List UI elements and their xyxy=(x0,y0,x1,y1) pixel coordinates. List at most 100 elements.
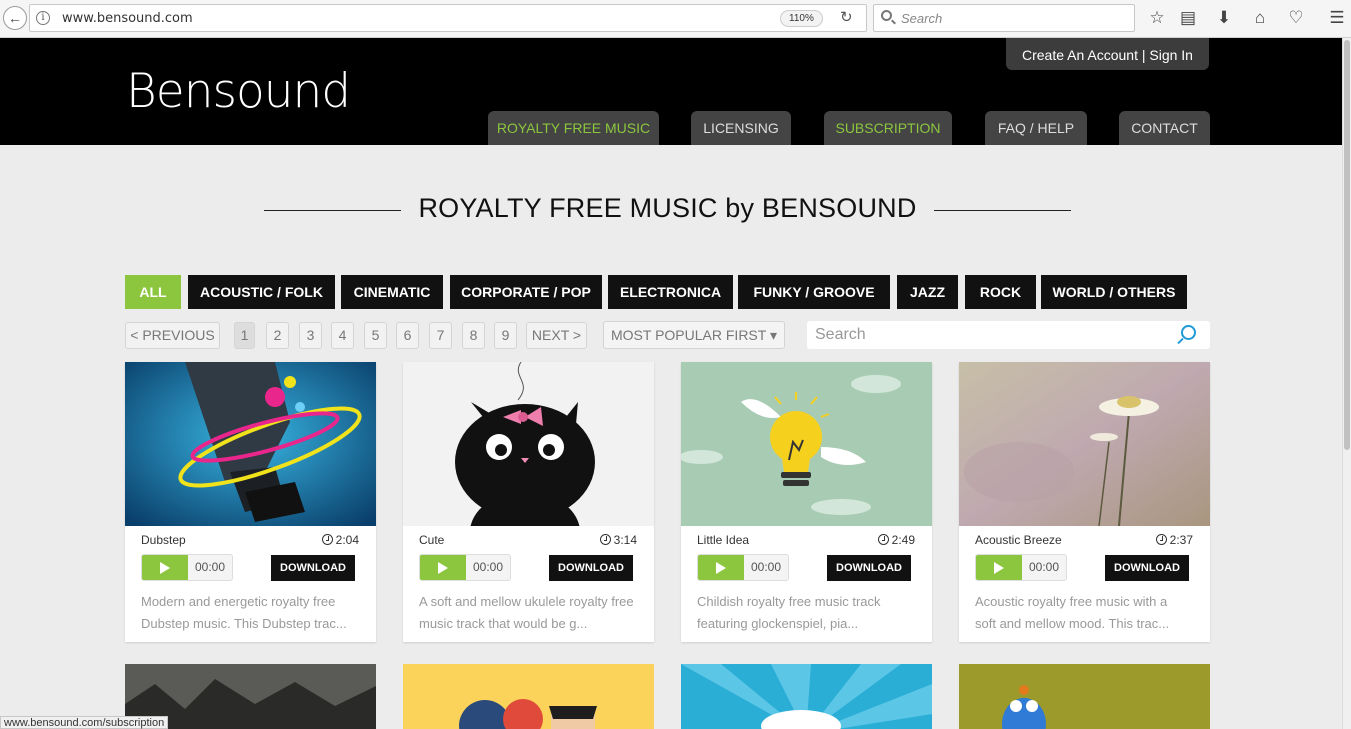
track-artwork[interactable] xyxy=(403,362,654,526)
track-artwork[interactable] xyxy=(959,362,1210,526)
site-logo[interactable]: Bensound xyxy=(126,64,351,119)
duration-value: 2:37 xyxy=(1169,533,1193,547)
download-button[interactable]: DOWNLOAD xyxy=(827,555,911,581)
play-button[interactable] xyxy=(698,555,744,580)
reload-icon[interactable]: ↻ xyxy=(840,8,853,26)
play-button[interactable] xyxy=(142,555,188,580)
track-artwork[interactable] xyxy=(681,664,932,729)
clock-icon xyxy=(599,534,611,545)
download-button[interactable]: DOWNLOAD xyxy=(271,555,355,581)
track-title[interactable]: Cute xyxy=(419,533,444,547)
duration-value: 2:49 xyxy=(891,533,915,547)
track-card: Cute 3:14 00:00 DOWNLOAD A soft and mell… xyxy=(403,362,654,642)
track-duration: 2:04 xyxy=(321,533,359,547)
track-title[interactable]: Dubstep xyxy=(141,533,186,547)
pagination-page-8[interactable]: 8 xyxy=(462,322,485,349)
category-jazz[interactable]: JAZZ xyxy=(897,275,958,309)
category-funky-groove[interactable]: FUNKY / GROOVE xyxy=(738,275,890,309)
track-artwork[interactable] xyxy=(125,362,376,526)
download-button[interactable]: DOWNLOAD xyxy=(1105,555,1189,581)
audio-player: 00:00 xyxy=(975,554,1067,581)
track-description: Modern and energetic royalty free Dubstep… xyxy=(141,591,361,635)
player-time: 00:00 xyxy=(1029,560,1060,574)
track-title[interactable]: Acoustic Breeze xyxy=(975,533,1062,547)
menu-hamburger-icon[interactable]: ☰ xyxy=(1326,7,1348,29)
category-world-others[interactable]: WORLD / OTHERS xyxy=(1041,275,1187,309)
browser-search-input[interactable]: Search xyxy=(873,4,1135,32)
audio-player: 00:00 xyxy=(697,554,789,581)
play-button[interactable] xyxy=(420,555,466,580)
pagination-page-5[interactable]: 5 xyxy=(364,322,387,349)
search-icon xyxy=(881,10,892,21)
nav-subscription[interactable]: SUBSCRIPTION xyxy=(824,111,952,145)
browser-toolbar: ← i www.bensound.com 110% ↻ Search ☆ ▤ ⬇… xyxy=(0,0,1351,38)
download-arrow-icon[interactable]: ⬇ xyxy=(1213,7,1235,29)
track-duration: 2:49 xyxy=(877,533,915,547)
audio-player: 00:00 xyxy=(419,554,511,581)
address-bar[interactable]: i www.bensound.com 110% ↻ xyxy=(29,4,867,32)
search-icon[interactable] xyxy=(1181,325,1196,340)
clock-icon xyxy=(1155,534,1167,545)
back-arrow-icon[interactable]: ← xyxy=(3,6,27,30)
download-button[interactable]: DOWNLOAD xyxy=(549,555,633,581)
play-button[interactable] xyxy=(976,555,1022,580)
category-acoustic-folk[interactable]: ACOUSTIC / FOLK xyxy=(188,275,335,309)
category-cinematic[interactable]: CINEMATIC xyxy=(341,275,443,309)
home-icon[interactable]: ⌂ xyxy=(1249,7,1271,29)
heading-divider-right xyxy=(934,210,1071,211)
category-electronica[interactable]: ELECTRONICA xyxy=(608,275,733,309)
page-title: ROYALTY FREE MUSIC by BENSOUND xyxy=(418,193,917,223)
track-description-line: Modern and energetic royalty free xyxy=(141,594,336,609)
sort-dropdown[interactable]: MOST POPULAR FIRST ▾ xyxy=(603,321,785,349)
pagination-previous[interactable]: < PREVIOUS xyxy=(125,322,220,349)
player-time: 00:00 xyxy=(751,560,782,574)
browser-status-url: www.bensound.com/subscription xyxy=(0,716,169,729)
pagination-page-7[interactable]: 7 xyxy=(429,322,452,349)
track-description-line: Childish royalty free music track xyxy=(697,594,881,609)
pagination-page-6[interactable]: 6 xyxy=(396,322,419,349)
player-time: 00:00 xyxy=(473,560,504,574)
url-text[interactable]: www.bensound.com xyxy=(62,11,193,26)
page-scrollbar[interactable] xyxy=(1342,38,1351,729)
pocket-icon[interactable]: ♡ xyxy=(1285,7,1307,29)
track-artwork[interactable] xyxy=(959,664,1210,729)
track-card: Dubstep 2:04 00:00 DOWNLOAD Modern and e… xyxy=(125,362,376,642)
track-title[interactable]: Little Idea xyxy=(697,533,749,547)
pagination-page-4[interactable]: 4 xyxy=(331,322,354,349)
player-time: 00:00 xyxy=(195,560,226,574)
nav-contact[interactable]: CONTACT xyxy=(1119,111,1210,145)
track-artwork[interactable] xyxy=(403,664,654,729)
pagination-page-1[interactable]: 1 xyxy=(234,322,255,349)
category-rock[interactable]: ROCK xyxy=(965,275,1036,309)
info-icon[interactable]: i xyxy=(36,11,50,25)
track-card: Little Idea 2:49 00:00 DOWNLOAD Childish… xyxy=(681,362,932,642)
category-corporate-pop[interactable]: CORPORATE / POP xyxy=(450,275,602,309)
clock-icon xyxy=(321,534,333,545)
track-description-line: soft and mellow mood. This trac... xyxy=(975,616,1170,631)
track-description: A soft and mellow ukulele royalty free mu… xyxy=(419,591,639,635)
bookmark-star-icon[interactable]: ☆ xyxy=(1146,7,1168,29)
site-search-input[interactable]: Search xyxy=(807,321,1210,349)
nav-royalty-free-music[interactable]: ROYALTY FREE MUSIC xyxy=(488,111,659,145)
pagination-page-3[interactable]: 3 xyxy=(299,322,322,349)
track-description: Acoustic royalty free music with a soft a… xyxy=(975,591,1195,635)
zoom-level[interactable]: 110% xyxy=(780,10,823,27)
nav-licensing[interactable]: LICENSING xyxy=(691,111,791,145)
caret-down-icon: ▾ xyxy=(769,327,777,343)
track-description-line: music track that would be g... xyxy=(419,616,588,631)
pagination-next[interactable]: NEXT > xyxy=(526,322,587,349)
reading-list-icon[interactable]: ▤ xyxy=(1177,7,1199,29)
scrollbar-thumb[interactable] xyxy=(1344,40,1350,450)
track-artwork[interactable] xyxy=(681,362,932,526)
nav-faq-help[interactable]: FAQ / HELP xyxy=(985,111,1087,145)
site-header: Bensound Create An Account | Sign In ROY… xyxy=(0,38,1342,145)
category-all[interactable]: ALL xyxy=(125,275,181,309)
track-duration: 2:37 xyxy=(1155,533,1193,547)
track-description: Childish royalty free music track featuri… xyxy=(697,591,917,635)
site-search-placeholder: Search xyxy=(815,326,866,343)
pagination-page-9[interactable]: 9 xyxy=(494,322,517,349)
account-link[interactable]: Create An Account | Sign In xyxy=(1006,38,1209,70)
duration-value: 2:04 xyxy=(335,533,359,547)
track-card: Acoustic Breeze 2:37 00:00 DOWNLOAD Acou… xyxy=(959,362,1210,642)
pagination-page-2[interactable]: 2 xyxy=(266,322,289,349)
